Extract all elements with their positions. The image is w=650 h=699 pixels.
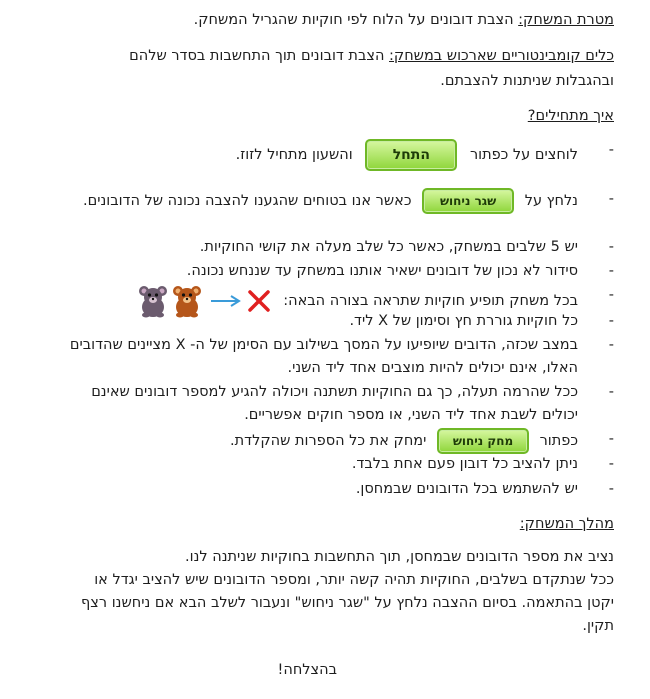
rule-all: - יש להשתמש בכל הדובונים שבמחסן. xyxy=(355,481,614,497)
clear-text-after: ימחק את כל הספרות שהקלדת. xyxy=(230,433,427,449)
guess-text-after: כאשר אנו בטוחים שהגענו להצבה נכונה של הד… xyxy=(82,193,412,209)
tools-text: הצבת דובונים תוך התחשבות בסדר שלהם xyxy=(129,48,390,64)
rule-example-text: בכל משחק תופיע חוקיות שתראה בצורה הבאה: xyxy=(283,293,578,309)
rule-level: - ככל שהרמה תעלה, כך גם החוקיות תשתנה ויכ… xyxy=(91,384,614,400)
closing-text: בהצלחה! xyxy=(277,662,337,678)
rule-level-cont: יכולים לשבת אחד ליד השני, או מספר חוקים … xyxy=(244,407,578,423)
start-text-after: והשעון מתחיל לזוז. xyxy=(235,147,353,163)
tools-line-2: ובהגבלות שניתנות להצבתם. xyxy=(440,73,614,89)
start-text-before: לוחצים על כפתור xyxy=(469,147,578,163)
flow-line-1: נציב את מספר הדובונים שבמחסן, תוך התחשבו… xyxy=(185,549,614,565)
bear-grey-icon xyxy=(138,286,167,318)
rule-arrow-x: - כל חוקיות גוררת חץ וסימון של X ליד. xyxy=(349,313,614,329)
rule-example-graphic xyxy=(137,284,271,318)
instructions-page: מטרת המשחק: הצבת דובונים על הלוח לפי חוק… xyxy=(0,0,650,699)
x-mark-icon xyxy=(247,290,270,312)
flow-line-4: תקין. xyxy=(582,618,614,634)
guess-text-before: נלחץ על xyxy=(524,193,578,209)
goal-text: הצבת דובונים על הלוח לפי חוקיות שהגריל ה… xyxy=(193,12,519,28)
howto-title: איך מתחילים? xyxy=(527,108,614,124)
start-instruction: - לוחצים על כפתור התחל והשעון מתחיל לזוז… xyxy=(236,139,614,171)
rule-once: - ניתן להציב כל דובון פעם אחת בלבד. xyxy=(351,456,614,472)
flow-line-3: יקטן בהתאמה. בסיום ההצבה נלחץ על "שגר ני… xyxy=(81,595,614,611)
rule-wrong-order: - סידור לא נכון של דובונים ישאיר אותנו במ… xyxy=(186,263,614,279)
goal-line: מטרת המשחק: הצבת דובונים על הלוח לפי חוק… xyxy=(194,9,614,31)
submit-guess-button[interactable]: שגר ניחוש xyxy=(422,188,515,214)
rule-adjacent: - במצב שכזה, הדובים שיופיעו על המסך בשילו… xyxy=(69,337,614,353)
clear-instruction: - כפתור מחק ניחוש ימחק את כל הספרות שהקל… xyxy=(230,428,614,454)
bear-brown-icon xyxy=(172,286,201,318)
tools-label: כלים קומבינטוריים שארכוש במשחק: xyxy=(389,48,614,64)
goal-label: מטרת המשחק: xyxy=(518,12,614,28)
start-button[interactable]: התחל xyxy=(365,139,458,171)
rule-stages: - יש 5 שלבים במשחק, כאשר כל שלב מעלה את ק… xyxy=(199,239,614,255)
clear-guess-button[interactable]: מחק ניחוש xyxy=(437,428,529,454)
tools-line: כלים קומבינטוריים שארכוש במשחק: הצבת דוב… xyxy=(129,45,614,67)
arrow-right-icon xyxy=(210,295,241,307)
rule-adjacent-cont: האלו, אינם יכולים להיות מוצבים אחד ליד ה… xyxy=(287,360,578,376)
guess-instruction: - נלחץ על שגר ניחוש כאשר אנו בטוחים שהגע… xyxy=(83,188,614,214)
clear-text-before: כפתור xyxy=(539,433,578,449)
flow-line-2: ככל שנתקדם בשלבים, החוקיות תהיה קשה יותר… xyxy=(94,572,614,588)
flow-title: מהלך המשחק: xyxy=(519,516,614,532)
